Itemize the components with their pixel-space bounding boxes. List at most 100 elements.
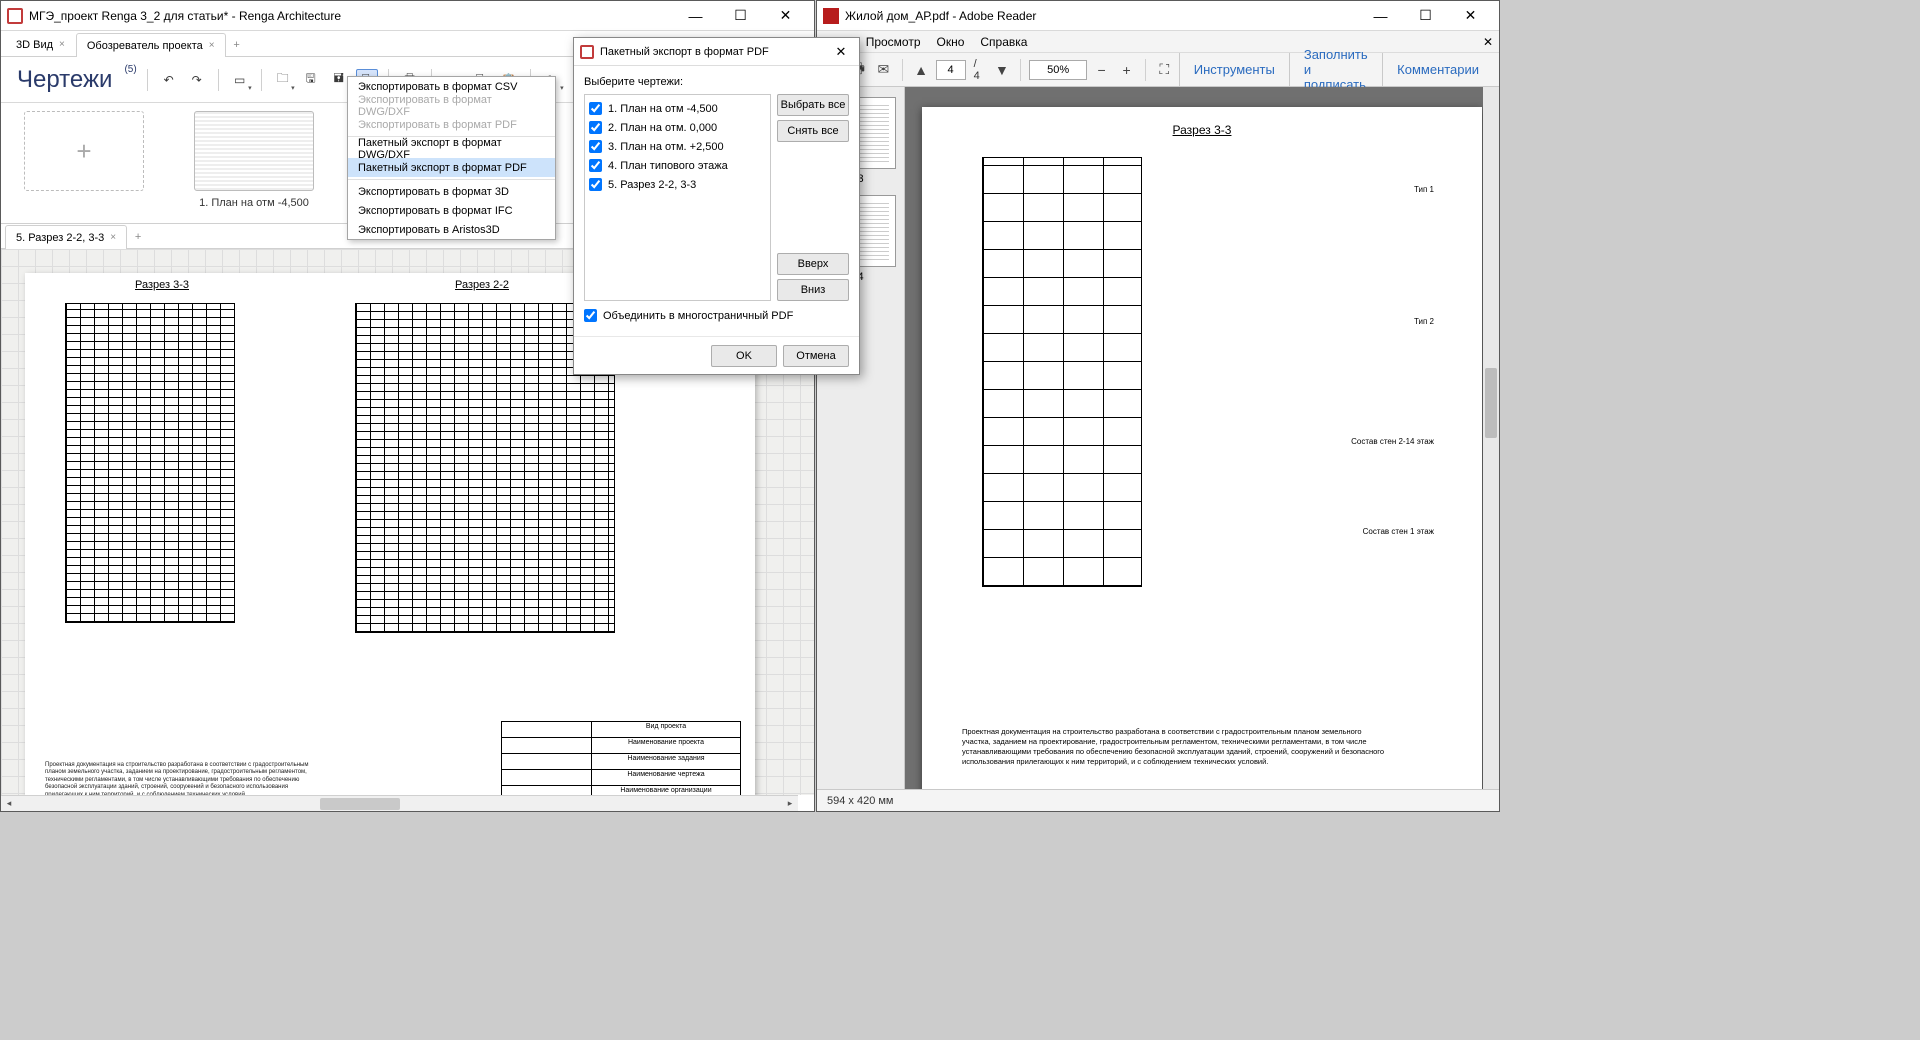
checkbox[interactable] (589, 140, 602, 153)
doc-close-icon[interactable]: ✕ (1483, 35, 1493, 49)
reader-tab-comments[interactable]: Комментарии (1382, 53, 1493, 86)
reader-toolbar: 🖫 🖶 ✉ ▲ / 4 ▼ − + ⛶ Инструменты Заполнит… (817, 53, 1499, 87)
mi-export-3d[interactable]: Экспортировать в формат 3D (348, 182, 555, 201)
reader-tab-fill-sign[interactable]: Заполнить и подписать (1289, 53, 1382, 86)
undo-icon[interactable]: ↶ (158, 69, 180, 91)
mi-batch-dwg[interactable]: Пакетный экспорт в формат DWG/DXF (348, 139, 555, 158)
list-item[interactable]: 1. План на отм -4,500 (589, 99, 766, 118)
menu-item[interactable]: Окно (937, 35, 965, 49)
dialog-close-icon[interactable]: ✕ (829, 44, 853, 60)
mi-export-aristos[interactable]: Экспортировать в Aristos3D (348, 220, 555, 239)
section-label-3-3: Разрез 3-3 (135, 279, 189, 291)
list-item[interactable]: 4. План типового этажа (589, 156, 766, 175)
horizontal-scrollbar[interactable]: ◂ ▸ (1, 795, 798, 811)
close-icon[interactable]: × (110, 232, 116, 243)
checkbox[interactable] (589, 121, 602, 134)
reader-title: Жилой дом_АР.pdf - Adobe Reader (845, 9, 1358, 23)
cancel-button[interactable]: Отмена (783, 345, 849, 367)
list-item[interactable]: 5. Разрез 2-2, 3-3 (589, 175, 766, 194)
drawings-list: 1. План на отм -4,500 2. План на отм. 0,… (584, 94, 771, 301)
menu-item[interactable]: Просмотр (866, 35, 921, 49)
maximize-button[interactable]: ☐ (1403, 2, 1448, 30)
dialog-prompt: Выберите чертежи: (584, 76, 849, 88)
ok-button[interactable]: OK (711, 345, 777, 367)
dialog-titlebar[interactable]: Пакетный экспорт в формат PDF ✕ (574, 38, 859, 66)
list-item[interactable]: 2. План на отм. 0,000 (589, 118, 766, 137)
sub-tab-add[interactable]: + (127, 224, 149, 248)
pdf-title: Разрез 3-3 (1173, 123, 1232, 137)
scroll-left-icon[interactable]: ◂ (1, 796, 17, 812)
move-up-button[interactable]: Вверх (777, 253, 849, 275)
renga-title: МГЭ_проект Renga 3_2 для статьи* - Renga… (29, 9, 673, 23)
building-schematic-left (65, 303, 235, 623)
open-icon[interactable]: 🗀 (272, 69, 294, 91)
close-icon[interactable]: × (209, 40, 215, 51)
scroll-right-icon[interactable]: ▸ (782, 796, 798, 812)
pdf-app-icon (823, 8, 839, 24)
page-view[interactable]: Разрез 3-3 Тип 1 Тип 2 Состав стен 2-14 … (905, 87, 1499, 789)
reader-status-bar: 594 x 420 мм (817, 789, 1499, 811)
pdf-building-schematic (982, 157, 1142, 587)
zoom-in-icon[interactable]: + (1116, 57, 1137, 83)
renga-app-icon (580, 45, 594, 59)
menu-item[interactable]: Справка (980, 35, 1027, 49)
page-down-icon[interactable]: ▼ (991, 57, 1012, 83)
thumb-preview (194, 111, 314, 191)
tab-3d-view[interactable]: 3D Вид× (5, 32, 76, 56)
close-button[interactable]: ✕ (763, 2, 808, 30)
mail-icon[interactable]: ✉ (873, 57, 894, 83)
reader-titlebar: Жилой дом_АР.pdf - Adobe Reader — ☐ ✕ (817, 1, 1499, 31)
reader-window: Жилой дом_АР.pdf - Adobe Reader — ☐ ✕ ан… (816, 0, 1500, 812)
export-dropdown: Экспортировать в формат CSV Экспортирова… (347, 76, 556, 240)
vertical-scrollbar[interactable] (1483, 87, 1499, 789)
merge-checkbox[interactable] (584, 309, 597, 322)
renga-app-icon (7, 8, 23, 24)
reader-body: 3 4 Разрез 3-3 Тип 1 Тип 2 Состав стен 2… (817, 87, 1499, 789)
redo-icon[interactable]: ↷ (186, 69, 208, 91)
annot-type2: Тип 2 (1414, 317, 1434, 327)
page-number-input[interactable] (936, 60, 966, 80)
close-icon[interactable]: × (59, 39, 65, 50)
renga-titlebar: МГЭ_проект Renga 3_2 для статьи* - Renga… (1, 1, 814, 31)
title-block: Вид проекта Наименование проекта Наимено… (501, 721, 741, 795)
fit-icon[interactable]: ⛶ (1154, 57, 1175, 83)
list-item[interactable]: 3. План на отм. +2,500 (589, 137, 766, 156)
annot-type1: Тип 1 (1414, 185, 1434, 195)
dialog-title: Пакетный экспорт в формат PDF (600, 46, 829, 58)
reader-tab-tools[interactable]: Инструменты (1179, 53, 1289, 86)
maximize-button[interactable]: ☐ (718, 2, 763, 30)
batch-export-dialog: Пакетный экспорт в формат PDF ✕ Выберите… (573, 37, 860, 375)
annot-walls-1: Состав стен 1 этаж (1363, 527, 1434, 537)
pdf-footnote: Проектная документация на строительство … (962, 727, 1392, 768)
plus-icon: + (24, 111, 144, 191)
checkbox[interactable] (589, 178, 602, 191)
close-button[interactable]: ✕ (1448, 2, 1493, 30)
scroll-thumb[interactable] (320, 798, 400, 810)
clear-all-button[interactable]: Снять все (777, 120, 849, 142)
zoom-select[interactable] (1029, 60, 1087, 80)
drawing-footnote: Проектная документация на строительство … (45, 762, 325, 796)
thumb-new[interactable]: + (19, 111, 149, 215)
page-up-icon[interactable]: ▲ (911, 57, 932, 83)
zoom-out-icon[interactable]: − (1091, 57, 1112, 83)
save-icon[interactable]: 🖫 (300, 69, 322, 91)
thumb-plan-1[interactable]: 1. План на отм -4,500 (189, 111, 319, 215)
mi-export-ifc[interactable]: Экспортировать в формат IFC (348, 201, 555, 220)
tab-project-browser[interactable]: Обозреватель проекта× (76, 33, 226, 57)
minimize-button[interactable]: — (1358, 2, 1403, 30)
minimize-button[interactable]: — (673, 2, 718, 30)
checkbox[interactable] (589, 102, 602, 115)
tab-add[interactable]: + (226, 32, 248, 56)
page-size-label: 594 x 420 мм (827, 795, 894, 807)
scroll-thumb[interactable] (1485, 368, 1497, 438)
checkbox[interactable] (589, 159, 602, 172)
pdf-page: Разрез 3-3 Тип 1 Тип 2 Состав стен 2-14 … (922, 107, 1482, 789)
move-down-button[interactable]: Вниз (777, 279, 849, 301)
sub-tab-section[interactable]: 5. Разрез 2-2, 3-3× (5, 225, 127, 249)
mi-batch-pdf[interactable]: Пакетный экспорт в формат PDF (348, 158, 555, 177)
section-label-2-2: Разрез 2-2 (455, 279, 509, 291)
select-all-button[interactable]: Выбрать все (777, 94, 849, 116)
views-icon[interactable]: ▭ (229, 69, 251, 91)
count-badge: (5) (124, 64, 136, 75)
page-title: Чертежи (17, 66, 112, 94)
